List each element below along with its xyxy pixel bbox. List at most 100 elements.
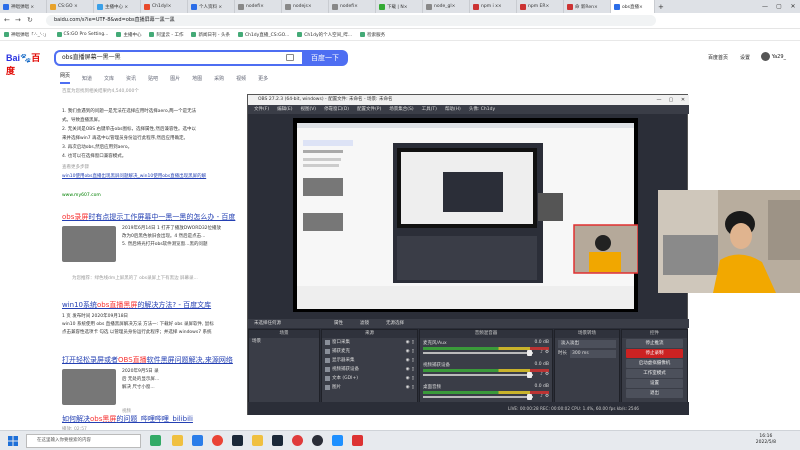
browser-tab[interactable]: 命 新Ren×: [564, 0, 611, 13]
obs-menu-item[interactable]: 编辑(E): [277, 105, 292, 114]
maximize-icon[interactable]: ▢: [665, 95, 677, 105]
search-tab[interactable]: 图片: [170, 72, 180, 84]
task-view-icon[interactable]: [150, 435, 161, 446]
edge-icon[interactable]: [192, 435, 203, 446]
start-virtual-camera-button[interactable]: 启动虚拟摄像机: [626, 359, 683, 368]
visibility-eye-icon[interactable]: ◉: [406, 338, 410, 347]
visibility-eye-icon[interactable]: ◉: [406, 347, 410, 356]
obs-menu-item[interactable]: 停靠窗口(D): [324, 105, 349, 114]
search-tab[interactable]: 文库: [104, 72, 114, 84]
search-tab[interactable]: 更多: [258, 72, 268, 84]
browser-tab[interactable]: nodefi×: [235, 0, 282, 13]
browser-tab[interactable]: nodejs×: [282, 0, 329, 13]
search-tab[interactable]: 视频: [236, 72, 246, 84]
result-thumbnail[interactable]: [62, 369, 116, 405]
speaker-icon[interactable]: ♪: [540, 394, 543, 399]
speaker-icon[interactable]: ♪: [540, 350, 543, 355]
app-icon[interactable]: [352, 435, 363, 446]
source-item[interactable]: 窗口采集 ◉ ▯: [322, 338, 417, 347]
result-title[interactable]: 打开轻松录屏或者OBS直播软件黑屏问题解决,来源网络: [62, 355, 233, 365]
steam-app-icon[interactable]: [272, 435, 283, 446]
bookmark-item[interactable]: 主播中心: [116, 32, 141, 38]
visibility-eye-icon[interactable]: ◉: [406, 365, 410, 374]
volume-slider-knob[interactable]: [527, 394, 532, 400]
chrome-icon[interactable]: [212, 435, 223, 446]
search-tab[interactable]: 采购: [214, 72, 224, 84]
taskbar-clock[interactable]: 16:16 2022/5/8: [756, 434, 776, 446]
browser-tab[interactable]: obs直播×: [611, 0, 655, 13]
volume-slider-knob[interactable]: [527, 350, 532, 356]
source-item[interactable]: 图片 ◉ ▯: [322, 383, 417, 392]
obs-menu-item[interactable]: 工具(T): [422, 105, 437, 114]
lock-icon[interactable]: ▯: [412, 374, 414, 383]
browser-tab[interactable]: 神唱弹唱 ×: [0, 0, 47, 13]
search-input[interactable]: obs直播屏幕一黑一黑: [54, 50, 302, 66]
folder-icon[interactable]: [252, 435, 263, 446]
search-tab[interactable]: 网页: [60, 72, 71, 84]
lock-icon[interactable]: ▯: [412, 356, 414, 365]
browser-tab[interactable]: 下载 | N×: [376, 0, 423, 13]
source-item[interactable]: 文本 (GDI+) ◉ ▯: [322, 374, 417, 383]
app-red-icon[interactable]: [292, 435, 303, 446]
exit-button[interactable]: 退出: [626, 389, 683, 398]
obs-preview[interactable]: [293, 118, 639, 312]
visibility-eye-icon[interactable]: ◉: [406, 383, 410, 392]
new-tab-button[interactable]: +: [655, 0, 667, 13]
source-item[interactable]: 捕获麦克 ◉ ▯: [322, 347, 417, 356]
minimize-icon[interactable]: —: [653, 95, 665, 105]
obs-menu-item[interactable]: 配置文件(P): [357, 105, 381, 114]
obs-menu-item[interactable]: 场景集合(S): [389, 105, 413, 114]
volume-slider[interactable]: [423, 352, 533, 354]
vscode-icon[interactable]: [332, 435, 343, 446]
obs-menu-item[interactable]: 头像: Ch1dy: [469, 105, 495, 114]
camera-icon[interactable]: [286, 54, 294, 61]
no-source-selected-button[interactable]: 无源选择: [386, 319, 404, 328]
result-title[interactable]: obs录屏时有点提示工作屏幕中一黑一黑的怎么办 - 百度: [62, 212, 235, 222]
obs-menu-item[interactable]: 帮助(H): [445, 105, 461, 114]
properties-button[interactable]: 属性: [334, 319, 343, 328]
baidu-logo[interactable]: Bai🐾百度: [6, 51, 46, 76]
browser-tab[interactable]: npm i x×: [470, 0, 517, 13]
transition-type-select[interactable]: 淡入淡出: [558, 340, 616, 348]
reload-icon[interactable]: ↻: [27, 16, 33, 24]
browser-tab[interactable]: CS:GO ×: [47, 0, 94, 13]
result-thumbnail[interactable]: [62, 226, 116, 262]
mixer-settings-icon[interactable]: ⚙: [545, 394, 549, 399]
stop-streaming-button[interactable]: 停止推流: [626, 339, 683, 348]
lock-icon[interactable]: ▯: [412, 383, 414, 392]
source-item[interactable]: 显示器采集 ◉ ▯: [322, 356, 417, 365]
search-tab[interactable]: 贴吧: [148, 72, 158, 84]
volume-slider-knob[interactable]: [527, 372, 532, 378]
volume-slider[interactable]: [423, 396, 533, 398]
answer-more-link[interactable]: 查看更多步骤: [62, 163, 89, 172]
baidu-home-link[interactable]: 百度首页: [708, 54, 728, 61]
lock-icon[interactable]: ▯: [412, 338, 414, 347]
windows-start-icon[interactable]: [8, 436, 18, 446]
user-menu[interactable]: Ya29_: [760, 52, 786, 61]
stop-recording-button[interactable]: 停止录制: [626, 349, 683, 358]
bookmark-item[interactable]: 新闻日刊 - 头条: [191, 32, 230, 38]
volume-slider[interactable]: [423, 374, 533, 376]
obs-menu-item[interactable]: 文件(F): [254, 105, 269, 114]
duration-field[interactable]: 300 ms: [570, 350, 616, 358]
search-tab[interactable]: 知道: [82, 72, 92, 84]
lock-icon[interactable]: ▯: [412, 365, 414, 374]
browser-tab[interactable]: 个人资料 ×: [188, 0, 235, 13]
bookmark-item[interactable]: 阿里云 - 工作: [149, 32, 183, 38]
close-icon[interactable]: ✕: [677, 95, 689, 105]
settings-link[interactable]: 设置: [740, 54, 750, 61]
source-item[interactable]: 视频捕获设备 ◉ ▯: [322, 365, 417, 374]
close-icon[interactable]: ✕: [786, 0, 800, 13]
obs-icon[interactable]: [312, 435, 323, 446]
bookmark-item[interactable]: Ch1dy直播_CS:GO...: [237, 32, 289, 38]
obs-menu-item[interactable]: 视图(V): [300, 105, 316, 114]
file-explorer-icon[interactable]: [172, 435, 183, 446]
search-tab[interactable]: 资讯: [126, 72, 136, 84]
taskbar-search-input[interactable]: 在这里输入你要搜索的内容: [26, 434, 141, 448]
speaker-icon[interactable]: ♪: [540, 372, 543, 377]
search-tab[interactable]: 地图: [192, 72, 202, 84]
studio-mode-button[interactable]: 工作室模式: [626, 369, 683, 378]
mixer-settings-icon[interactable]: ⚙: [545, 372, 549, 377]
filters-button[interactable]: 滤镜: [360, 319, 369, 328]
steam-icon[interactable]: [232, 435, 243, 446]
